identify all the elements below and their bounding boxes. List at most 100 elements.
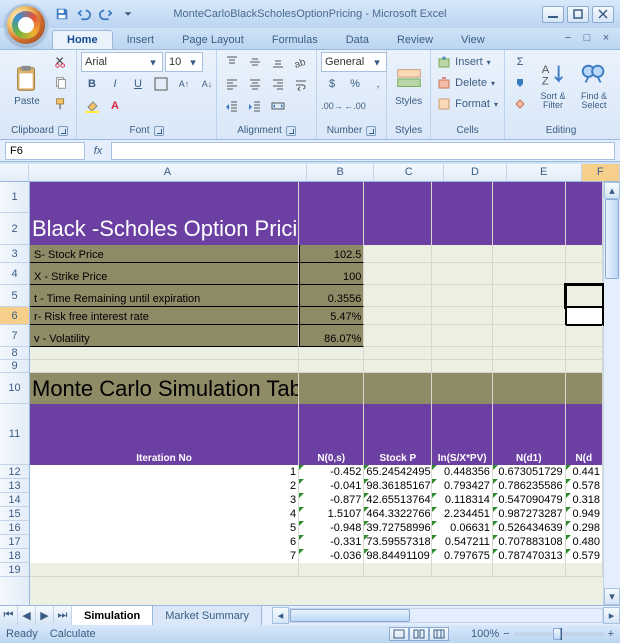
zoom-in-icon[interactable]: + xyxy=(608,628,614,640)
col-header-A[interactable]: A xyxy=(29,164,307,181)
sheet-nav-last-icon[interactable]: ⏭ xyxy=(54,606,72,625)
redo-icon[interactable] xyxy=(96,4,116,24)
cell-C16[interactable]: 39.72758996 xyxy=(364,521,432,535)
number-format-combo[interactable]: General▾ xyxy=(321,52,387,72)
row-header-19[interactable]: 19 xyxy=(0,563,29,577)
row-header-8[interactable]: 8 xyxy=(0,347,29,360)
cell-C4[interactable] xyxy=(364,263,432,285)
cell-F15[interactable]: 0.949 xyxy=(566,507,603,521)
styles-button[interactable]: Styles xyxy=(391,52,426,118)
cell-B1[interactable] xyxy=(299,182,364,213)
align-left-icon[interactable] xyxy=(221,74,243,94)
decrease-font-icon[interactable]: A↓ xyxy=(196,74,218,94)
cell-B6[interactable]: 5.47% xyxy=(299,307,364,325)
mdi-close-icon[interactable]: × xyxy=(598,31,614,45)
cell-C6[interactable] xyxy=(364,307,432,325)
cell-E18[interactable]: 0.787470313 xyxy=(493,549,566,563)
hscroll-thumb[interactable] xyxy=(290,609,410,622)
minimize-button[interactable] xyxy=(542,6,564,23)
scroll-thumb[interactable] xyxy=(605,199,619,279)
col-header-C[interactable]: C xyxy=(374,164,444,181)
cell-C14[interactable]: 42.65513764 xyxy=(364,493,432,507)
fx-icon[interactable]: fx xyxy=(89,142,107,160)
align-right-icon[interactable] xyxy=(267,74,289,94)
cell-E6[interactable] xyxy=(493,307,566,325)
cell-E11[interactable]: N(d1) xyxy=(493,404,566,465)
row-header-6[interactable]: 6 xyxy=(0,307,29,325)
cell-D10[interactable] xyxy=(432,373,493,404)
cell-E12[interactable]: 0.673051729 xyxy=(493,465,566,479)
cell-A14[interactable]: 3 xyxy=(30,493,299,507)
horizontal-scrollbar[interactable]: ◂ ▸ xyxy=(272,606,620,625)
cell-E10[interactable] xyxy=(493,373,566,404)
increase-font-icon[interactable]: A↑ xyxy=(173,74,195,94)
decrease-indent-icon[interactable] xyxy=(221,96,243,116)
bold-icon[interactable]: B xyxy=(81,74,103,94)
cell-C19[interactable] xyxy=(364,563,432,577)
decrease-decimal-icon[interactable]: ←.00 xyxy=(344,96,366,116)
cell-D15[interactable]: 2.234451 xyxy=(432,507,493,521)
cell-A19[interactable] xyxy=(30,563,299,577)
cell-D8[interactable] xyxy=(432,347,493,360)
cell-D2[interactable] xyxy=(432,213,493,245)
cell-D1[interactable] xyxy=(432,182,493,213)
row-header-13[interactable]: 13 xyxy=(0,479,29,493)
col-header-F[interactable]: F xyxy=(582,164,620,181)
row-header-7[interactable]: 7 xyxy=(0,325,29,347)
row-header-1[interactable]: 1 xyxy=(0,182,29,213)
cell-D19[interactable] xyxy=(432,563,493,577)
row-header-11[interactable]: 11 xyxy=(0,404,29,465)
cell-C13[interactable]: 98.36185167 xyxy=(364,479,432,493)
tab-view[interactable]: View xyxy=(447,31,499,49)
cell-F11[interactable]: N(d xyxy=(566,404,603,465)
cell-C11[interactable]: Stock P xyxy=(364,404,432,465)
cell-A5[interactable]: t - Time Remaining until expiration xyxy=(30,285,299,307)
scroll-down-icon[interactable]: ▾ xyxy=(604,588,620,605)
view-page-break-icon[interactable] xyxy=(429,627,449,641)
cell-D14[interactable]: 0.118314 xyxy=(432,493,493,507)
cell-F12[interactable]: 0.441 xyxy=(566,465,603,479)
insert-button[interactable]: Insert▾ xyxy=(435,52,500,72)
row-header-2[interactable]: 2 xyxy=(0,213,29,245)
align-bottom-icon[interactable] xyxy=(267,52,289,72)
col-header-B[interactable]: B xyxy=(307,164,374,181)
orientation-icon[interactable]: ab xyxy=(290,52,312,72)
cell-C1[interactable] xyxy=(364,182,432,213)
cell-C17[interactable]: 73.59557318 xyxy=(364,535,432,549)
cell-F6[interactable] xyxy=(566,307,603,325)
cell-B11[interactable]: N(0,s) xyxy=(299,404,364,465)
sort-filter-button[interactable]: AZ Sort & Filter xyxy=(534,52,572,118)
cell-F14[interactable]: 0.318 xyxy=(566,493,603,507)
cell-D18[interactable]: 0.797675 xyxy=(432,549,493,563)
cell-E16[interactable]: 0.526434639 xyxy=(493,521,566,535)
format-button[interactable]: Format▾ xyxy=(435,94,500,114)
cell-D3[interactable] xyxy=(432,245,493,263)
cell-E5[interactable] xyxy=(493,285,566,307)
row-header-18[interactable]: 18 xyxy=(0,549,29,563)
cell-A16[interactable]: 5 xyxy=(30,521,299,535)
cell-F16[interactable]: 0.298 xyxy=(566,521,603,535)
cell-F10[interactable] xyxy=(566,373,603,404)
cell-A10[interactable]: Monte Carlo Simulation Table: xyxy=(30,373,299,404)
office-button[interactable] xyxy=(5,4,47,46)
increase-decimal-icon[interactable]: .00→ xyxy=(321,96,343,116)
tab-page-layout[interactable]: Page Layout xyxy=(168,31,258,49)
cell-D11[interactable]: In(S/X*PV) xyxy=(432,404,493,465)
zoom-level[interactable]: 100% xyxy=(471,628,499,640)
cell-A1[interactable] xyxy=(30,182,299,213)
sheet-nav-prev-icon[interactable]: ◀ xyxy=(18,606,36,625)
tab-home[interactable]: Home xyxy=(52,30,113,49)
number-launcher-icon[interactable] xyxy=(366,126,376,136)
cell-E2[interactable] xyxy=(493,213,566,245)
cell-B2[interactable] xyxy=(299,213,364,245)
delete-button[interactable]: Delete▾ xyxy=(435,73,500,93)
col-header-D[interactable]: D xyxy=(444,164,506,181)
cell-F13[interactable]: 0.578 xyxy=(566,479,603,493)
row-header-9[interactable]: 9 xyxy=(0,360,29,373)
clear-icon[interactable] xyxy=(509,94,531,114)
cell-D12[interactable]: 0.448356 xyxy=(432,465,493,479)
row-header-12[interactable]: 12 xyxy=(0,465,29,479)
cell-A13[interactable]: 2 xyxy=(30,479,299,493)
percent-icon[interactable]: % xyxy=(344,74,366,94)
cell-B7[interactable]: 86.07% xyxy=(299,325,364,347)
